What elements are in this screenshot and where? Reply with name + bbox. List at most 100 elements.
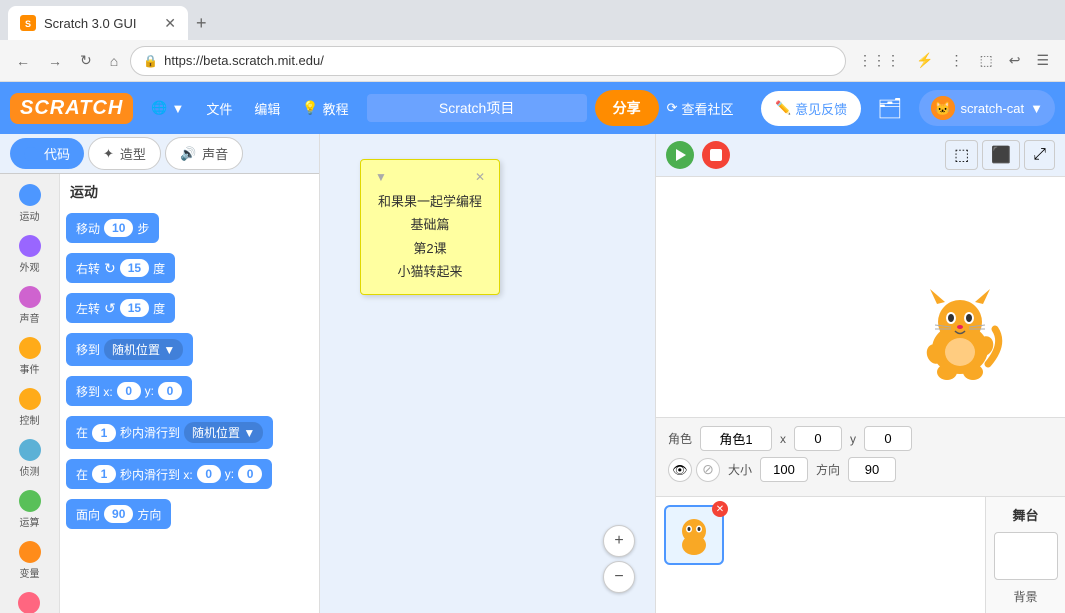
sprites-stage-row: ✕ 舞台 背景 bbox=[656, 496, 1065, 613]
category-custom[interactable]: 自制积木 bbox=[9, 588, 49, 613]
direction-input[interactable] bbox=[848, 457, 896, 482]
block-turn-left[interactable]: 左转 ↺ 15 度 bbox=[66, 290, 313, 326]
sprite-props-row: 👁 ⊘ 大小 方向 bbox=[668, 457, 1053, 482]
sticky-line-3: 第2课 bbox=[375, 237, 485, 260]
tutorial-label: 教程 bbox=[323, 99, 349, 118]
address-bar[interactable]: 🔒 https://beta.scratch.mit.edu/ bbox=[130, 46, 846, 76]
new-tab-button[interactable]: + bbox=[188, 9, 215, 38]
sprite-delete-button[interactable]: ✕ bbox=[712, 501, 728, 517]
category-motion[interactable]: 运动 bbox=[17, 180, 43, 227]
custom-dot bbox=[18, 592, 40, 613]
apps-button[interactable]: ⋮⋮⋮ bbox=[852, 48, 906, 73]
edit-menu-item[interactable]: 编辑 bbox=[244, 93, 290, 124]
browser-chrome: S Scratch 3.0 GUI ✕ + ← → ↻ ⌂ 🔒 https://… bbox=[0, 0, 1065, 82]
hide-sprite-button[interactable]: ⊘ bbox=[696, 458, 720, 482]
feedback-icon: ✏️ bbox=[775, 100, 791, 116]
sprite-name-input[interactable] bbox=[700, 426, 772, 451]
community-button[interactable]: ⟳ 查看社区 bbox=[667, 99, 734, 118]
forward-button[interactable]: → bbox=[42, 49, 68, 73]
x-input[interactable] bbox=[794, 426, 842, 451]
stage-sidebar: 舞台 背景 bbox=[985, 497, 1065, 613]
sound-label: 声音 bbox=[20, 310, 40, 325]
back-button[interactable]: ← bbox=[10, 49, 36, 73]
size-input[interactable] bbox=[760, 457, 808, 482]
block-goto-xy[interactable]: 移到 x: 0 y: 0 bbox=[66, 373, 313, 409]
sprite-visibility-icons: 👁 ⊘ bbox=[668, 458, 720, 482]
sticky-line-2: 基础篇 bbox=[375, 213, 485, 236]
menu-button[interactable]: ☰ bbox=[1030, 48, 1055, 73]
stop-button[interactable] bbox=[702, 141, 730, 169]
tab-bar: S Scratch 3.0 GUI ✕ + bbox=[0, 0, 1065, 40]
zoom-in-button[interactable]: + bbox=[603, 525, 635, 557]
extensions-button[interactable]: ⚡ bbox=[910, 48, 939, 73]
blocks-panel: 运动 外观 声音 事件 控制 bbox=[0, 174, 319, 613]
category-sound[interactable]: 声音 bbox=[17, 282, 43, 329]
folder-button[interactable]: 🗂 bbox=[869, 92, 910, 125]
show-sprite-button[interactable]: 👁 bbox=[668, 458, 692, 482]
events-label: 事件 bbox=[20, 361, 40, 376]
category-variables[interactable]: 变量 bbox=[17, 537, 43, 584]
refresh-button[interactable]: ↻ bbox=[74, 48, 98, 73]
block-glide-xy[interactable]: 在 1 秒内滑行到 x: 0 y: 0 bbox=[66, 456, 313, 492]
view-button[interactable]: ⬚ bbox=[973, 48, 998, 73]
block-turn-right[interactable]: 右转 ↻ 15 度 bbox=[66, 250, 313, 286]
motion-dot bbox=[19, 184, 41, 206]
sticky-note-pin: ▼ bbox=[375, 170, 387, 184]
x-label: x bbox=[780, 432, 786, 446]
category-looks[interactable]: 外观 bbox=[17, 231, 43, 278]
stage-sidebar-label: 舞台 bbox=[1012, 505, 1038, 524]
stage-thumbnail[interactable] bbox=[994, 532, 1058, 580]
green-flag-button[interactable] bbox=[666, 141, 694, 169]
sticky-note-close[interactable]: ✕ bbox=[475, 170, 485, 184]
undo-button[interactable]: ↩ bbox=[1003, 48, 1027, 73]
share-button[interactable]: 分享 bbox=[595, 90, 659, 126]
fullscreen-button[interactable]: ⤢ bbox=[1024, 140, 1055, 170]
costume-tab[interactable]: ✦ 造型 bbox=[88, 137, 161, 170]
variables-label: 变量 bbox=[20, 565, 40, 580]
category-operators[interactable]: 运算 bbox=[17, 486, 43, 533]
file-menu-item[interactable]: 文件 bbox=[196, 93, 242, 124]
tab-close-btn[interactable]: ✕ bbox=[164, 15, 176, 32]
left-panel-wrapper: 代码 ✦ 造型 🔊 声音 运动 外观 bbox=[0, 134, 320, 613]
header-menu: 🌐 ▼ 文件 编辑 💡 教程 bbox=[141, 93, 358, 124]
category-sensing[interactable]: 侦测 bbox=[17, 435, 43, 482]
category-control[interactable]: 控制 bbox=[17, 384, 43, 431]
block-move[interactable]: 移动 10 步 bbox=[66, 210, 313, 246]
looks-dot bbox=[19, 235, 41, 257]
tutorial-menu-item[interactable]: 💡 教程 bbox=[292, 93, 358, 124]
sound-tab-icon: 🔊 bbox=[180, 146, 196, 162]
direction-label: 方向 bbox=[816, 461, 840, 478]
nav-bar: ← → ↻ ⌂ 🔒 https://beta.scratch.mit.edu/ … bbox=[0, 40, 1065, 82]
sprite-thumb-cat bbox=[674, 515, 714, 555]
y-input[interactable] bbox=[864, 426, 912, 451]
code-canvas[interactable]: ▼ ✕ 和果果一起学编程 基础篇 第2课 小猫转起来 + − bbox=[320, 134, 655, 613]
block-point-dir[interactable]: 面向 90 方向 bbox=[66, 496, 313, 532]
zoom-out-button[interactable]: − bbox=[603, 561, 635, 593]
category-events[interactable]: 事件 bbox=[17, 333, 43, 380]
looks-label: 外观 bbox=[20, 259, 40, 274]
user-button[interactable]: 🐱 scratch-cat ▼ bbox=[919, 90, 1055, 126]
zoom-controls: + − bbox=[603, 525, 635, 593]
right-panel: ⬚ ⬛ ⤢ bbox=[655, 134, 1065, 613]
sprite-thumb-item[interactable]: ✕ bbox=[664, 505, 724, 565]
code-tab[interactable]: 代码 bbox=[10, 138, 84, 169]
browser-tab[interactable]: S Scratch 3.0 GUI ✕ bbox=[8, 6, 188, 40]
sticky-note: ▼ ✕ 和果果一起学编程 基础篇 第2课 小猫转起来 bbox=[360, 159, 500, 295]
block-goto[interactable]: 移到 随机位置 ▼ bbox=[66, 330, 313, 369]
project-name-input[interactable] bbox=[367, 94, 587, 122]
nav-more[interactable]: ⋮ bbox=[943, 48, 969, 73]
feedback-button[interactable]: ✏️ 意见反馈 bbox=[761, 91, 861, 126]
tips-icon: 💡 bbox=[302, 100, 318, 116]
category-sidebar: 运动 外观 声音 事件 控制 bbox=[0, 174, 60, 613]
scratch-logo: SCRATCH bbox=[10, 93, 133, 124]
small-stage-button[interactable]: ⬚ bbox=[945, 140, 978, 170]
block-glide-random[interactable]: 在 1 秒内滑行到 随机位置 ▼ bbox=[66, 413, 313, 452]
home-button[interactable]: ⌂ bbox=[104, 49, 124, 73]
stage-controls: ⬚ ⬛ ⤢ bbox=[656, 134, 1065, 177]
nav-right-buttons: ⋮⋮⋮ ⚡ ⋮ ⬚ ↩ ☰ bbox=[852, 48, 1055, 73]
size-label: 大小 bbox=[728, 461, 752, 478]
normal-stage-button[interactable]: ⬛ bbox=[982, 140, 1020, 170]
sticky-note-text: 和果果一起学编程 基础篇 第2课 小猫转起来 bbox=[375, 190, 485, 284]
sound-tab[interactable]: 🔊 声音 bbox=[165, 137, 243, 170]
globe-menu-item[interactable]: 🌐 ▼ bbox=[141, 93, 194, 124]
